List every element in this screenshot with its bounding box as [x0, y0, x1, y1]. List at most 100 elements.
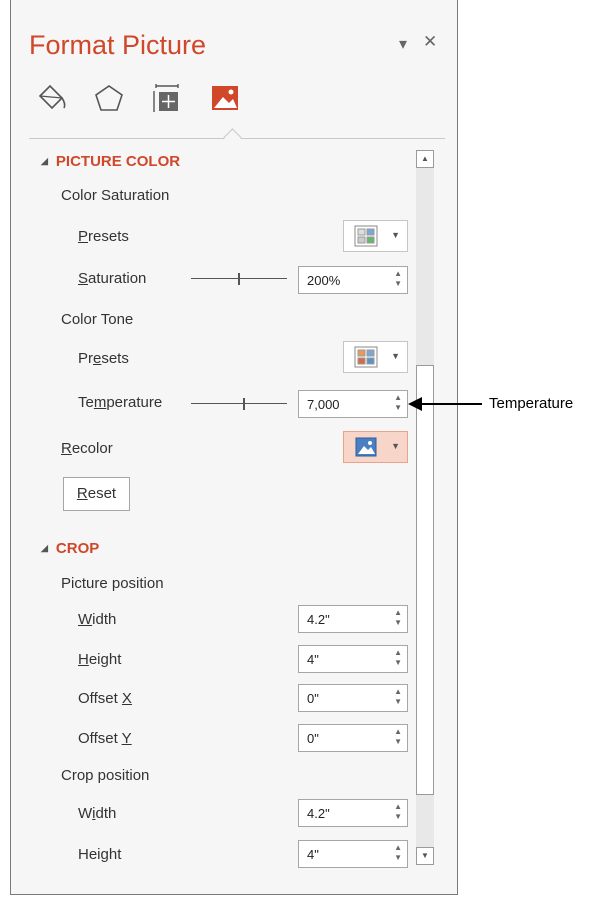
- saturation-presets-button[interactable]: ▼: [343, 220, 408, 252]
- tone-presets-button[interactable]: ▼: [343, 341, 408, 373]
- width-label: Width: [78, 611, 116, 628]
- reset-button[interactable]: Reset: [63, 477, 130, 511]
- label-text: idth: [92, 611, 117, 628]
- spinner-arrows-icon[interactable]: ▲ ▼: [394, 608, 402, 628]
- label-text: resets: [88, 228, 129, 245]
- spinner-value: 200%: [307, 273, 341, 288]
- tab-fill-line[interactable]: [33, 80, 69, 116]
- spinner-value: 4.2": [307, 806, 330, 821]
- spinner-value: 4": [307, 847, 319, 862]
- access-key: W: [78, 611, 93, 628]
- chevron-down-icon: ▼: [391, 351, 400, 361]
- size-icon: [153, 84, 179, 112]
- crop-height-label: Height: [78, 846, 121, 863]
- offset-x-label: Offset X: [78, 690, 132, 707]
- label-text: sets: [101, 350, 129, 367]
- access-key: P: [78, 228, 89, 245]
- access-key: X: [121, 690, 132, 707]
- label-text: Offset: [78, 690, 122, 707]
- paint-bucket-icon: [38, 84, 66, 110]
- saturation-spinner[interactable]: 200% ▲ ▼: [298, 266, 408, 294]
- access-key: R: [76, 485, 88, 502]
- picture-icon: [355, 437, 377, 457]
- picture-position-label: Picture position: [61, 575, 164, 592]
- tab-effects[interactable]: [91, 80, 127, 116]
- label-text: Offset: [78, 730, 122, 747]
- crop-width-label: Width: [78, 805, 116, 822]
- temperature-slider[interactable]: [191, 398, 287, 410]
- access-key: S: [78, 270, 89, 287]
- label-text: ht: [108, 846, 122, 863]
- label-text: aturation: [88, 270, 147, 287]
- access-key: R: [61, 440, 72, 457]
- scrollbar-thumb[interactable]: [416, 365, 434, 795]
- slider-thumb[interactable]: [243, 398, 245, 410]
- temperature-spinner[interactable]: 7,000 ▲ ▼: [298, 390, 408, 418]
- picture-icon: [212, 86, 238, 110]
- callout-arrow-icon: [408, 397, 422, 411]
- chevron-down-icon: ▼: [391, 441, 400, 451]
- offset-y-spinner[interactable]: 0" ▲ ▼: [298, 724, 408, 752]
- color-saturation-label: Color Saturation: [61, 187, 170, 204]
- saturation-slider[interactable]: [191, 273, 287, 285]
- label-text: Te: [78, 394, 94, 411]
- button-label: eset: [87, 485, 117, 502]
- spinner-arrows-icon[interactable]: ▲ ▼: [394, 802, 402, 822]
- saturation-presets-label: Presets: [78, 228, 129, 245]
- collapse-triangle-icon: ◢: [41, 543, 48, 553]
- crop-height-spinner[interactable]: 4" ▲ ▼: [298, 840, 408, 868]
- spinner-value: 4.2": [307, 612, 330, 627]
- spinner-arrows-icon[interactable]: ▲ ▼: [394, 393, 402, 413]
- label-text: Hei: [78, 846, 101, 863]
- close-icon[interactable]: ✕: [423, 32, 437, 52]
- spinner-arrows-icon[interactable]: ▲ ▼: [394, 727, 402, 747]
- label-text: Pr: [78, 350, 93, 367]
- color-grid-icon: [354, 225, 378, 247]
- pane-title: Format Picture: [29, 30, 207, 60]
- height-label: Height: [78, 651, 121, 668]
- section-picture-color[interactable]: ◢ PICTURE COLOR: [41, 153, 180, 170]
- tone-presets-label: Presets: [78, 350, 129, 367]
- pane-tabs: [33, 80, 243, 124]
- tab-size-properties[interactable]: [149, 80, 185, 116]
- scroll-down-icon[interactable]: ▼: [416, 847, 434, 865]
- slider-thumb[interactable]: [238, 273, 240, 285]
- active-tab-indicator: [223, 128, 242, 147]
- spinner-value: 4": [307, 652, 319, 667]
- color-grid-icon: [354, 346, 378, 368]
- pane-options-dropdown-icon[interactable]: ▾: [399, 34, 407, 54]
- access-key: g: [100, 846, 109, 863]
- pentagon-icon: [95, 85, 123, 111]
- picture-width-spinner[interactable]: 4.2" ▲ ▼: [298, 605, 408, 633]
- section-title: PICTURE COLOR: [55, 153, 181, 170]
- format-picture-pane: Format Picture ▾ ✕ ◢ PICTURE COLOR Color…: [10, 0, 458, 895]
- label-text: perature: [106, 394, 163, 411]
- spinner-value: 0": [307, 731, 319, 746]
- recolor-label: Recolor: [61, 440, 113, 457]
- offset-x-spinner[interactable]: 0" ▲ ▼: [298, 684, 408, 712]
- vertical-scrollbar[interactable]: ▲ ▼: [416, 150, 434, 865]
- spinner-arrows-icon[interactable]: ▲ ▼: [394, 648, 402, 668]
- picture-height-spinner[interactable]: 4" ▲ ▼: [298, 645, 408, 673]
- section-title: CROP: [55, 540, 100, 557]
- color-tone-label: Color Tone: [61, 311, 134, 328]
- offset-y-label: Offset Y: [78, 730, 132, 747]
- tab-picture[interactable]: [207, 80, 243, 116]
- crop-width-spinner[interactable]: 4.2" ▲ ▼: [298, 799, 408, 827]
- saturation-label: Saturation: [78, 270, 146, 287]
- spinner-arrows-icon[interactable]: ▲ ▼: [394, 269, 402, 289]
- scroll-up-icon[interactable]: ▲: [416, 150, 434, 168]
- slider-track: [191, 403, 287, 404]
- callout-label: Temperature: [489, 395, 574, 412]
- crop-position-label: Crop position: [61, 767, 150, 784]
- temperature-label: Temperature: [78, 394, 162, 411]
- collapse-triangle-icon: ◢: [41, 156, 48, 166]
- section-crop[interactable]: ◢ CROP: [41, 540, 99, 557]
- spinner-arrows-icon[interactable]: ▲ ▼: [394, 843, 402, 863]
- spinner-arrows-icon[interactable]: ▲ ▼: [394, 687, 402, 707]
- access-key: Y: [121, 730, 132, 747]
- chevron-down-icon: ▼: [391, 230, 400, 240]
- label-text: dth: [95, 805, 117, 822]
- recolor-button[interactable]: ▼: [343, 431, 408, 463]
- label-text: W: [78, 805, 93, 822]
